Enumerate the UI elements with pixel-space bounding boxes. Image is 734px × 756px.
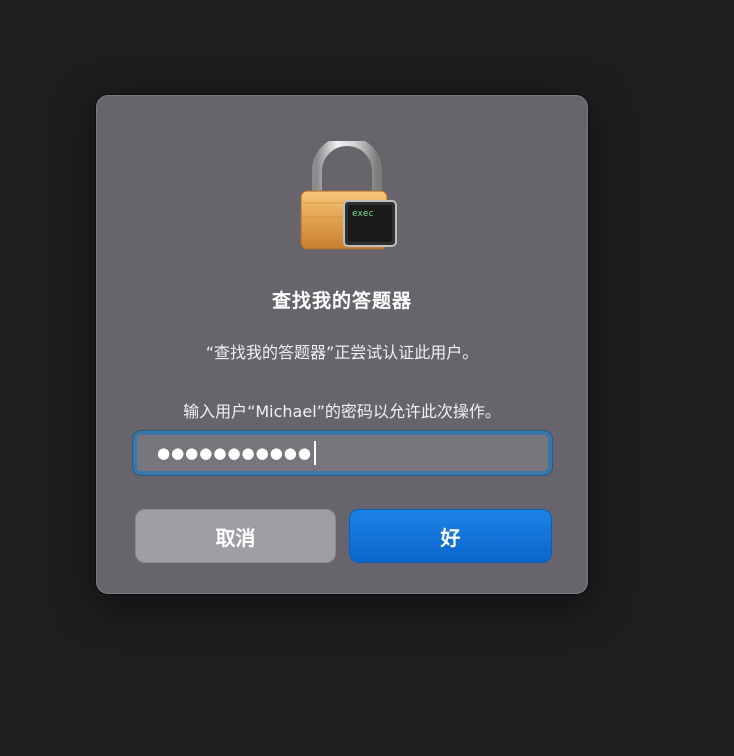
- cancel-button[interactable]: 取消: [135, 509, 336, 563]
- password-field[interactable]: ●●●●●●●●●●●: [133, 431, 552, 475]
- dialog-subtitle: “查找我的答题器”正尝试认证此用户。: [205, 343, 479, 362]
- ok-button[interactable]: 好: [349, 509, 552, 563]
- password-masked-value: ●●●●●●●●●●●: [157, 443, 312, 462]
- text-caret: [313, 441, 316, 465]
- terminal-text: exec: [352, 209, 374, 219]
- padlock-icon: exec: [300, 141, 397, 250]
- terminal-icon: exec: [343, 200, 397, 247]
- dialog-title: 查找我的答题器: [271, 290, 412, 312]
- password-prompt: 输入用户“Michael”的密码以允许此次操作。: [183, 402, 501, 421]
- auth-dialog: exec 查找我的答题器 “查找我的答题器”正尝试认证此用户。 输入用户“Mic…: [96, 95, 588, 594]
